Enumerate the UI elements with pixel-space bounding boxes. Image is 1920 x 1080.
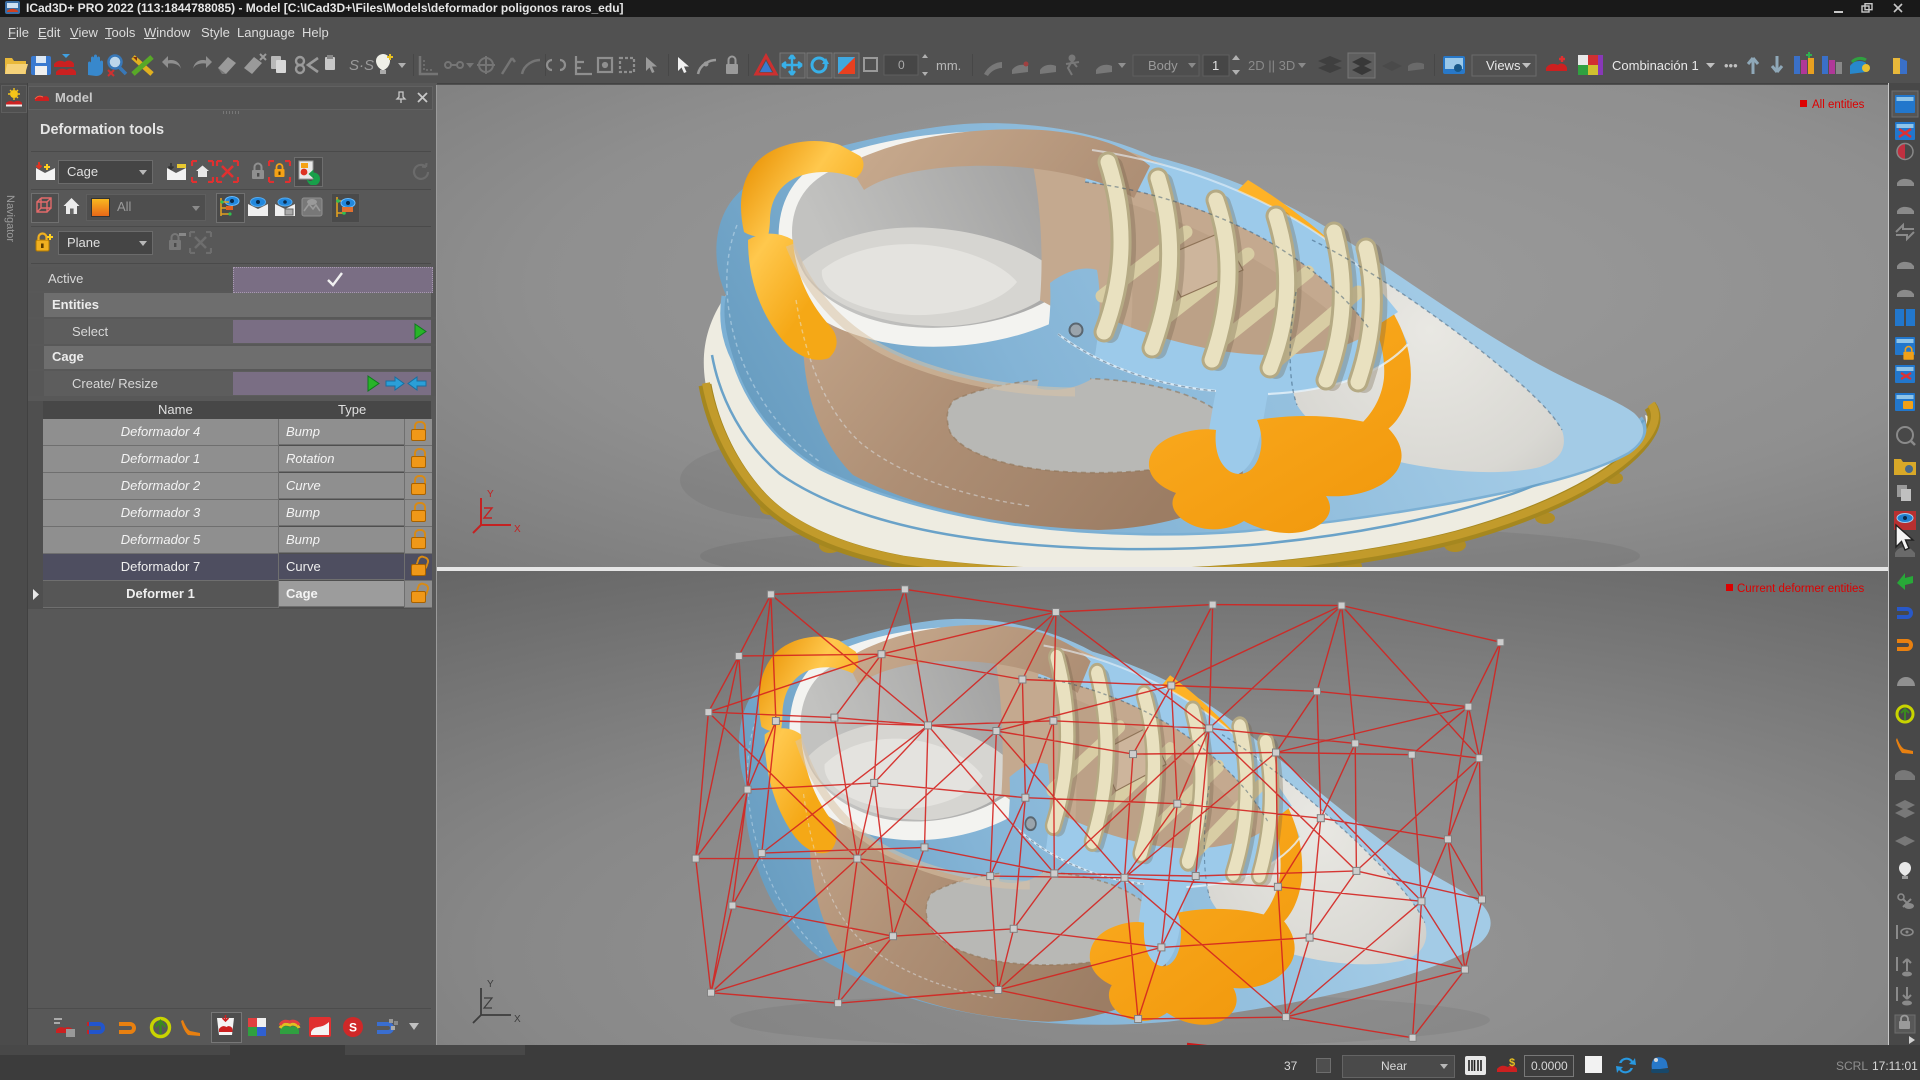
- svg-text:Body: Body: [1148, 58, 1178, 73]
- svg-text:2D || 3D: 2D || 3D: [1248, 58, 1295, 73]
- svg-text:•••: •••: [1724, 58, 1738, 73]
- svg-text:S·S: S·S: [349, 57, 374, 74]
- svg-text:S: S: [349, 1021, 357, 1035]
- svg-text:X: X: [514, 1014, 521, 1025]
- svg-text:All entities: All entities: [1812, 99, 1865, 111]
- svg-text:mm.: mm.: [936, 58, 961, 73]
- svg-text:X: X: [514, 524, 521, 535]
- svg-text:$: $: [1509, 1057, 1515, 1069]
- svg-text:Combinación 1: Combinación 1: [1612, 58, 1699, 73]
- svg-text:Views: Views: [1486, 58, 1521, 73]
- svg-text:Current deformer entities: Current deformer entities: [1737, 583, 1864, 595]
- svg-text:Y: Y: [487, 489, 494, 500]
- svg-text:1: 1: [1212, 58, 1219, 73]
- svg-text:0: 0: [898, 58, 905, 72]
- svg-text:Y: Y: [487, 979, 494, 990]
